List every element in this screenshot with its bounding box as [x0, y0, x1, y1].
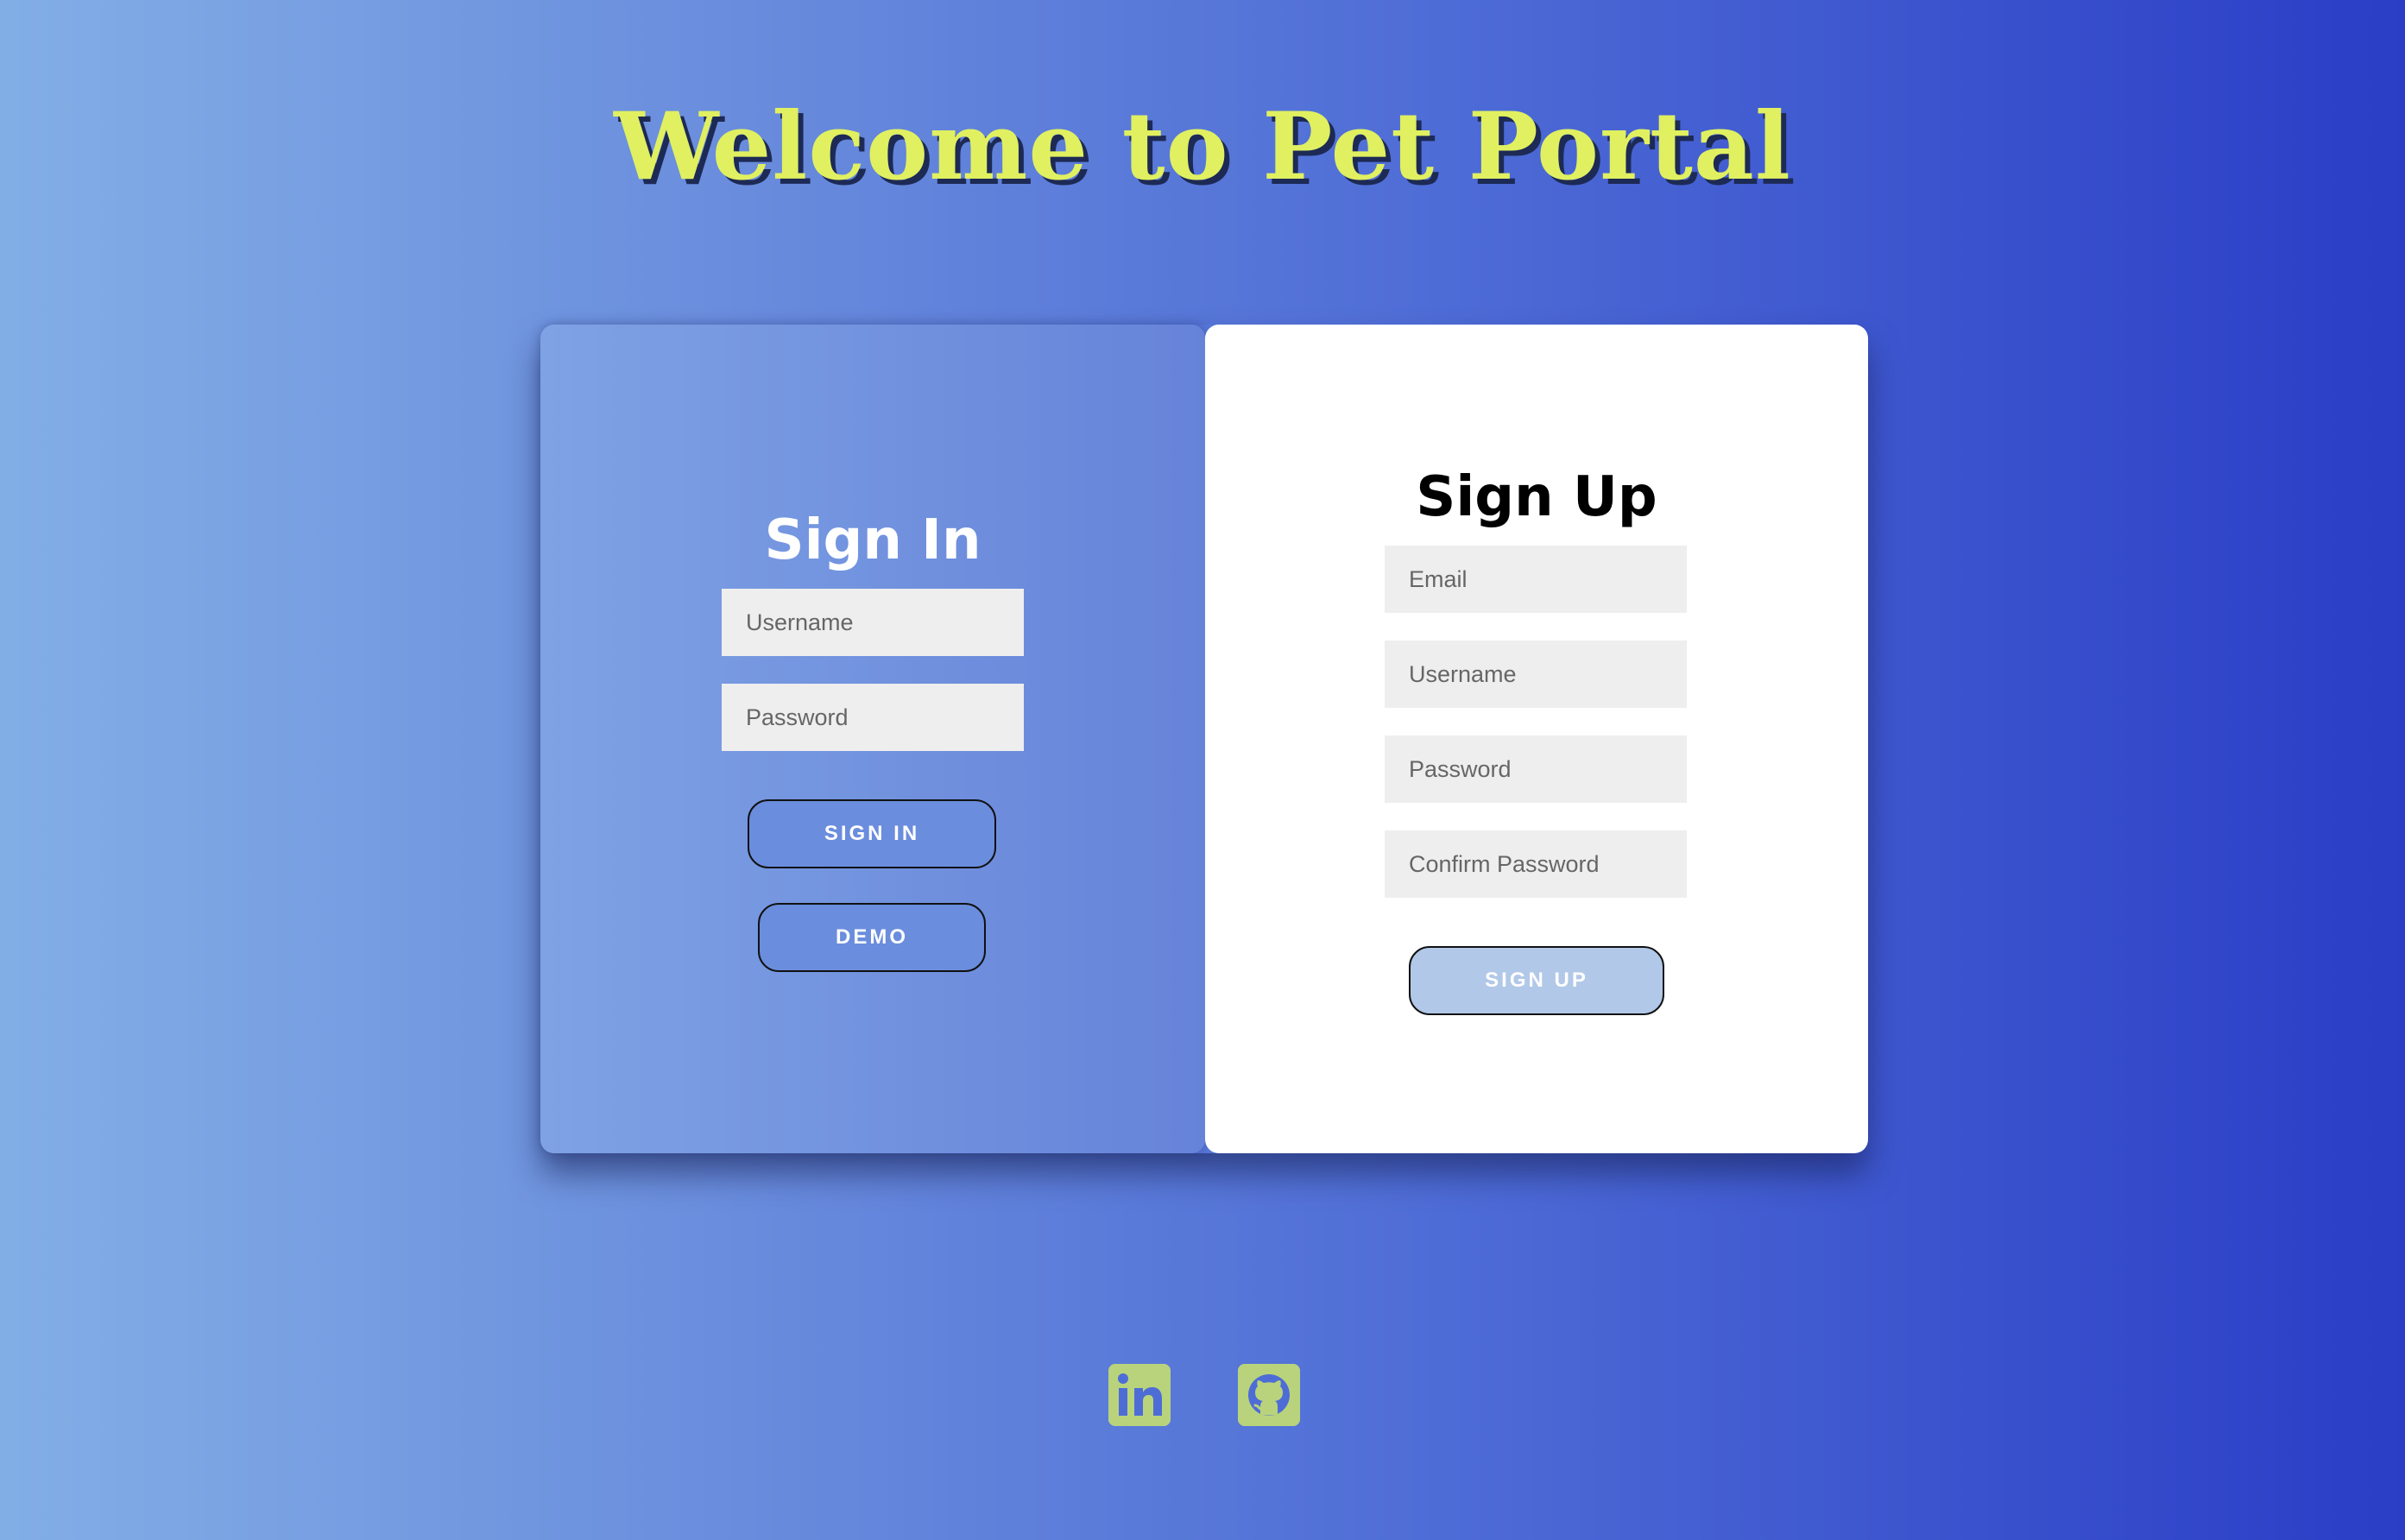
- auth-container: Sign In SIGN IN DEMO Sign Up SIGN UP: [540, 325, 1868, 1153]
- github-icon[interactable]: [1238, 1364, 1300, 1426]
- page-title: Welcome to Pet Portal: [614, 92, 1791, 201]
- footer-social-links: [0, 1364, 2405, 1426]
- sign-up-panel: Sign Up SIGN UP: [1205, 325, 1868, 1153]
- sign-up-heading: Sign Up: [1416, 465, 1657, 529]
- sign-in-panel: Sign In SIGN IN DEMO: [540, 325, 1205, 1153]
- demo-button[interactable]: DEMO: [758, 903, 986, 972]
- sign-in-username-input[interactable]: [722, 589, 1024, 656]
- sign-up-username-input[interactable]: [1385, 641, 1687, 708]
- sign-up-confirm-password-input[interactable]: [1385, 830, 1687, 898]
- linkedin-icon[interactable]: [1108, 1364, 1171, 1426]
- sign-in-password-input[interactable]: [722, 684, 1024, 751]
- sign-up-button[interactable]: SIGN UP: [1409, 946, 1664, 1015]
- sign-up-password-input[interactable]: [1385, 735, 1687, 803]
- sign-up-email-input[interactable]: [1385, 546, 1687, 613]
- sign-in-button[interactable]: SIGN IN: [748, 799, 996, 868]
- sign-in-heading: Sign In: [764, 508, 982, 572]
